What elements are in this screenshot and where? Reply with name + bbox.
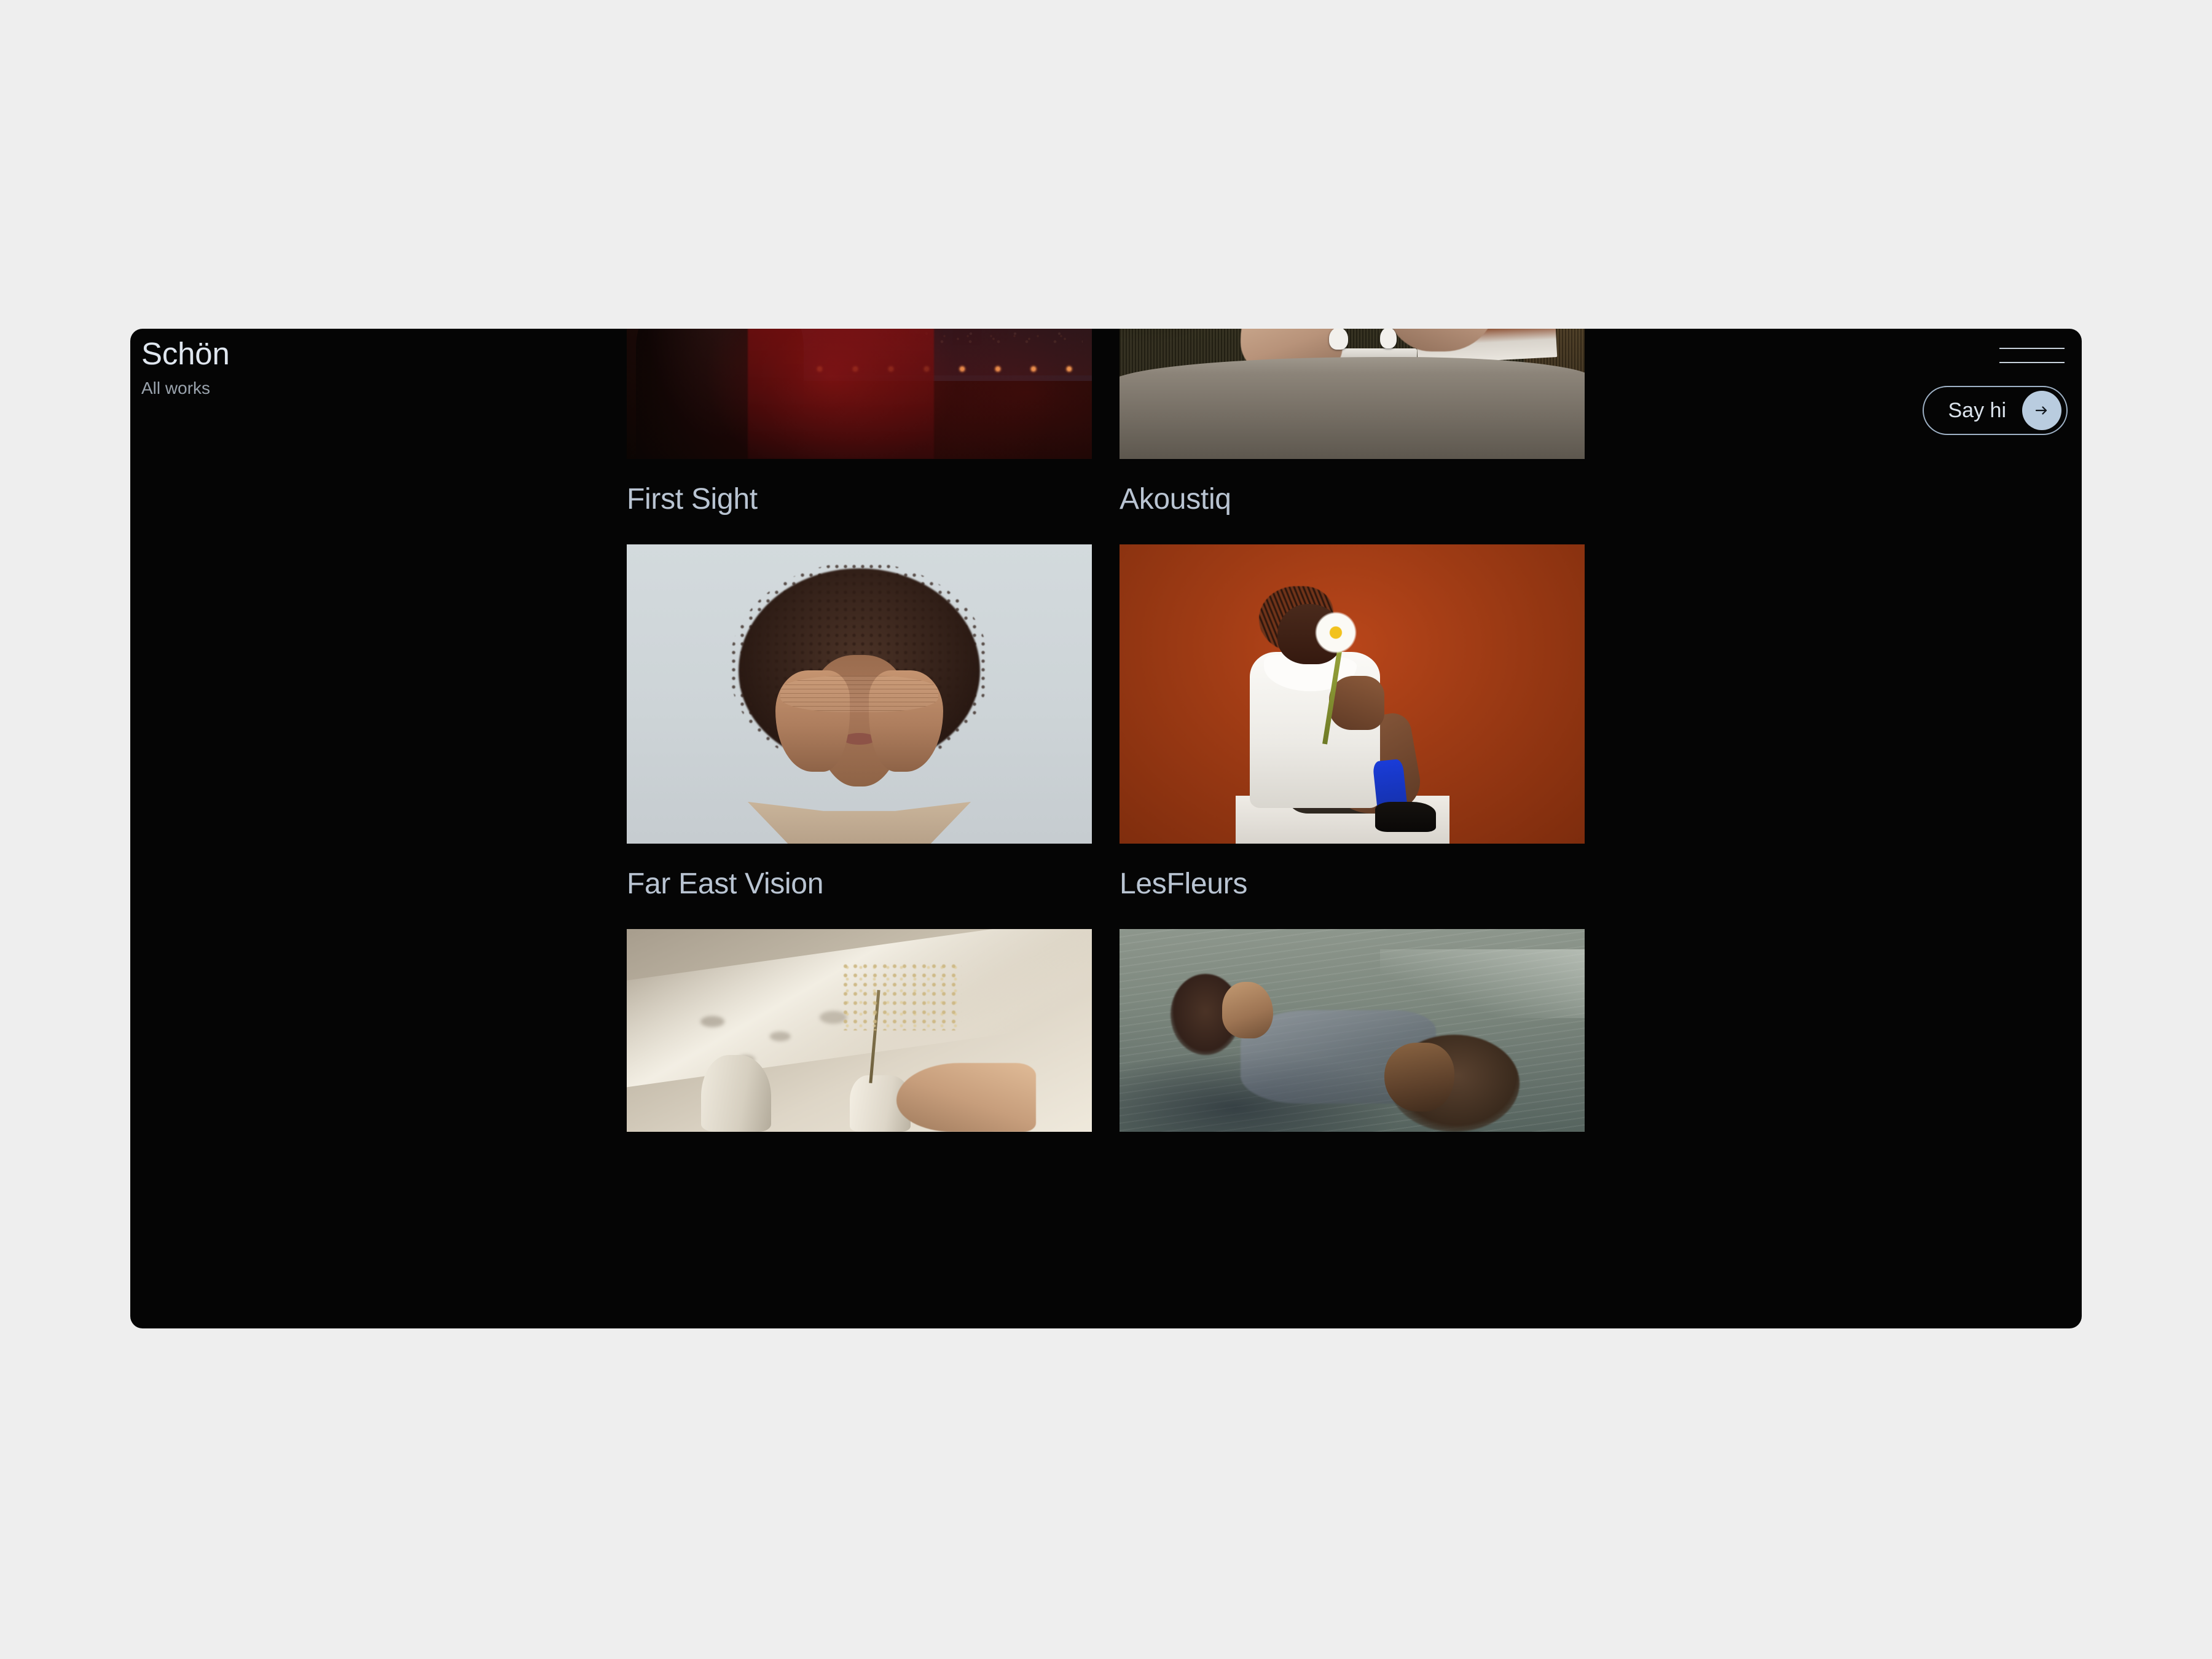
say-hi-label: Say hi	[1948, 398, 2007, 422]
arrow-right-icon	[2022, 391, 2061, 430]
work-card-far-east-vision[interactable]: Far East Vision	[627, 544, 1092, 929]
work-title: Far East Vision	[627, 868, 824, 900]
red-interior-glow	[627, 329, 1092, 459]
work-thumbnail[interactable]	[1120, 329, 1585, 459]
model-arm	[1328, 676, 1385, 730]
work-card-first-sight[interactable]: First Sight	[627, 329, 1092, 544]
hamburger-line-bottom	[1999, 362, 2065, 363]
figure-one-face	[1222, 981, 1273, 1039]
work-title: Akoustiq	[1120, 483, 1231, 516]
fingers-texture	[780, 676, 939, 712]
earbud-right	[1379, 329, 1397, 348]
work-thumbnail[interactable]	[627, 329, 1092, 459]
work-thumbnail[interactable]	[627, 929, 1092, 1132]
reaching-hand	[896, 1062, 1037, 1132]
earbud-left	[1328, 329, 1349, 350]
site-title: Schön	[141, 336, 230, 371]
site-panel: Schön All works Say hi First Sight Akous…	[130, 329, 2082, 1328]
work-card-lesfleurs[interactable]: LesFleurs	[1120, 544, 1585, 929]
works-grid: First Sight Akoustiq Far East Vision Les…	[627, 329, 1585, 1188]
work-thumbnail[interactable]	[1120, 544, 1585, 844]
works-row: First Sight Akoustiq	[627, 329, 1585, 544]
table-surface	[1120, 357, 1585, 459]
sweater-shadow	[1120, 329, 1260, 345]
work-card-water[interactable]	[1120, 929, 1585, 1188]
works-row	[627, 929, 1585, 1188]
page-root: Schön All works Say hi First Sight Akous…	[0, 0, 2212, 1659]
figure-two-face	[1384, 1042, 1455, 1112]
dried-blooms	[841, 961, 962, 1030]
works-row: Far East Vision LesFleurs	[627, 544, 1585, 929]
work-thumbnail[interactable]	[1120, 929, 1585, 1132]
site-subtitle: All works	[141, 378, 211, 398]
say-hi-button[interactable]: Say hi	[1922, 386, 2068, 435]
white-flower	[1310, 607, 1362, 659]
work-title: LesFleurs	[1120, 868, 1248, 900]
work-card-still-life[interactable]	[627, 929, 1092, 1188]
hamburger-icon[interactable]	[1999, 343, 2065, 369]
black-shoe	[1375, 801, 1436, 832]
work-thumbnail[interactable]	[627, 544, 1092, 844]
coat-shape	[747, 801, 971, 844]
work-title	[1120, 1132, 1585, 1188]
water-highlight	[1379, 949, 1585, 1019]
work-title	[627, 1132, 1092, 1188]
ceramic-vase-left	[701, 1054, 771, 1132]
work-card-akoustiq[interactable]: Akoustiq	[1120, 329, 1585, 544]
brand-block: Schön All works	[141, 337, 230, 398]
hamburger-line-top	[1999, 348, 2065, 349]
work-title: First Sight	[627, 483, 758, 516]
